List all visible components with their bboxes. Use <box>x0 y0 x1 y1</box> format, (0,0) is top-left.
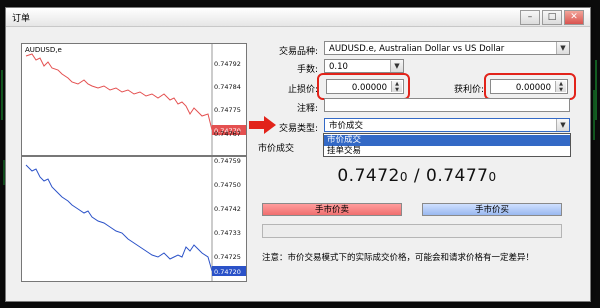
buy-button[interactable]: 手市价买 <box>422 203 562 216</box>
order-type-select[interactable]: 市价成交 ▼ <box>324 118 570 132</box>
dropdown-option-market[interactable]: 市价成交 <box>324 135 570 146</box>
symbol-select[interactable]: AUDUSD.e, Australian Dollar vs US Dollar… <box>324 41 570 55</box>
order-type-label: 交易类型: <box>278 124 318 134</box>
bid-price: 0.7472 <box>337 166 400 186</box>
chevron-down-icon: ▼ <box>390 60 403 72</box>
price-tick: 0.74742 <box>214 205 241 213</box>
take-profit-label: 获利价: <box>453 85 484 95</box>
close-button[interactable]: ✕ <box>564 10 584 25</box>
ask-price-last-digit: 0 <box>488 170 497 184</box>
order-type-dropdown: 市价成交 挂单交易 <box>323 133 571 157</box>
price-tick: 0.74767 <box>214 130 241 138</box>
execution-note: 注意：市价交易模式下的实际成交价格，可能会和请求价格有一定差异！ <box>262 253 535 263</box>
price-tick: 0.74784 <box>214 83 241 91</box>
bid-price-line <box>25 164 213 272</box>
take-profit-highlight <box>484 73 576 100</box>
price-tick: 0.74733 <box>214 229 241 237</box>
chevron-down-icon: ▼ <box>556 42 569 54</box>
chart-symbol: AUDUSD,e <box>25 46 62 54</box>
volume-input[interactable]: 0.10 ▼ <box>324 59 404 73</box>
dropdown-option-pending[interactable]: 挂单交易 <box>324 146 570 157</box>
price-tick: 0.74775 <box>214 106 241 114</box>
stop-loss-label: 止损价: <box>287 85 318 95</box>
price-quote: 0.74720 / 0.74770 <box>252 166 582 188</box>
execution-mode-label: 市价成交 <box>258 144 295 154</box>
sell-button[interactable]: 手市价卖 <box>262 203 402 216</box>
bid-price-line-tag-label: 0.74720 <box>214 268 241 276</box>
status-bar <box>262 224 562 238</box>
minimize-button[interactable]: – <box>520 10 540 25</box>
price-tick: 0.74759 <box>214 157 241 165</box>
ask-price-line <box>25 53 213 131</box>
symbol-label: 交易品种: <box>278 47 318 57</box>
price-separator: / <box>407 166 427 186</box>
bid-price-last-digit: 0 <box>399 170 408 184</box>
price-tick: 0.74750 <box>214 181 241 189</box>
bid-tick-chart: 0.74720 0.74759 0.74750 0.74742 0.74733 0.747… <box>21 156 247 282</box>
title-bar: 订单 – □ ✕ <box>6 8 590 27</box>
ask-price: 0.7477 <box>426 166 489 186</box>
stop-loss-highlight <box>317 73 410 100</box>
volume-label: 手数: <box>296 65 318 75</box>
ask-tick-chart: 0.74770 0.74792 0.74784 0.74775 0.74767 AUDU… <box>21 43 247 156</box>
dialog-title: 订单 <box>12 14 31 24</box>
price-tick: 0.74792 <box>214 60 241 68</box>
comment-label: 注释: <box>296 104 318 114</box>
price-tick: 0.74725 <box>214 253 241 261</box>
comment-input[interactable] <box>324 98 570 112</box>
chevron-down-icon: ▼ <box>556 119 569 131</box>
maximize-button[interactable]: □ <box>542 10 562 25</box>
